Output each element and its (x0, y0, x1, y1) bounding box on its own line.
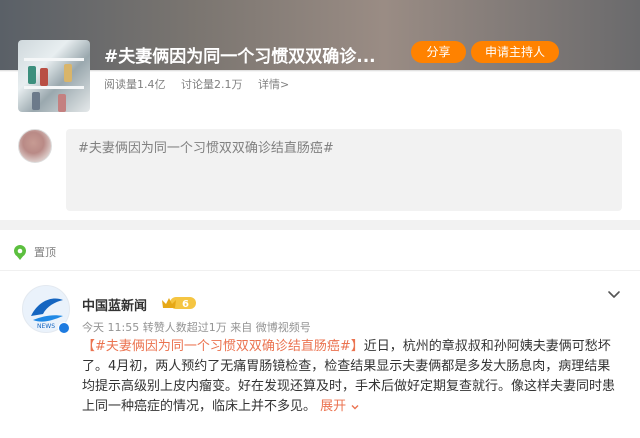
thumb-item (28, 66, 36, 84)
repost-count: 转赞人数超过1万 (142, 321, 227, 334)
divider (0, 270, 640, 271)
post-source: 来自 微博视频号 (230, 321, 311, 334)
pin-icon (14, 245, 26, 260)
thumb-item (64, 64, 72, 82)
avatar[interactable] (18, 129, 52, 163)
thumb-item (58, 94, 66, 112)
pinned-label: 置顶 (34, 246, 56, 259)
thumb-item (32, 92, 40, 110)
compose-input[interactable]: #夫妻俩因为同一个习惯双双确诊结直肠癌# (66, 129, 622, 211)
discussion-count: 讨论量2.1万 (181, 78, 243, 91)
thumb-item (40, 68, 48, 86)
compose-section: #夫妻俩因为同一个习惯双双确诊结直肠癌# (0, 120, 640, 220)
post-time[interactable]: 今天 11:55 (82, 321, 139, 334)
read-count: 阅读量1.4亿 (104, 78, 166, 91)
post-topic-tag[interactable]: 【#夫妻俩因为同一个习惯双双确诊结直肠癌#】 (82, 339, 364, 354)
thumb-shelf (24, 86, 84, 89)
chevron-down-icon[interactable] (606, 286, 622, 302)
vip-level: 6 (182, 299, 189, 310)
chevron-down-icon (351, 404, 359, 409)
thumb-shelf (24, 58, 84, 61)
feed-card: 置顶 NEWS 中国蓝新闻 6 今天 11:55 转赞人数超过1万 来自 微博视… (0, 230, 640, 438)
svg-text:NEWS: NEWS (37, 323, 55, 330)
vip-badge-icon[interactable]: 6 (160, 295, 198, 311)
post-body: 【#夫妻俩因为同一个习惯双双确诊结直肠癌#】近日，杭州的章叔叔和孙阿姨夫妻俩可愁… (82, 337, 622, 417)
author-name[interactable]: 中国蓝新闻 (82, 295, 147, 314)
expand-label: 展开 (320, 399, 347, 414)
verified-icon (58, 322, 70, 334)
topic-title: #夫妻俩因为同一个习惯双双确诊... (104, 47, 376, 67)
expand-link[interactable]: 展开 (320, 399, 360, 414)
post-meta: 今天 11:55 转赞人数超过1万 来自 微博视频号 (82, 319, 311, 335)
topic-thumbnail[interactable] (18, 40, 90, 112)
details-link[interactable]: 详情> (258, 78, 289, 91)
pinned-header: 置顶 (12, 244, 56, 260)
topic-header: #夫妻俩因为同一个习惯双双确诊... 分享 申请主持人 阅读量1.4亿 讨论量2… (0, 0, 640, 120)
apply-host-button[interactable]: 申请主持人 (471, 41, 559, 63)
topic-stats: 阅读量1.4亿 讨论量2.1万 详情> (104, 76, 301, 92)
share-button[interactable]: 分享 (411, 41, 466, 63)
